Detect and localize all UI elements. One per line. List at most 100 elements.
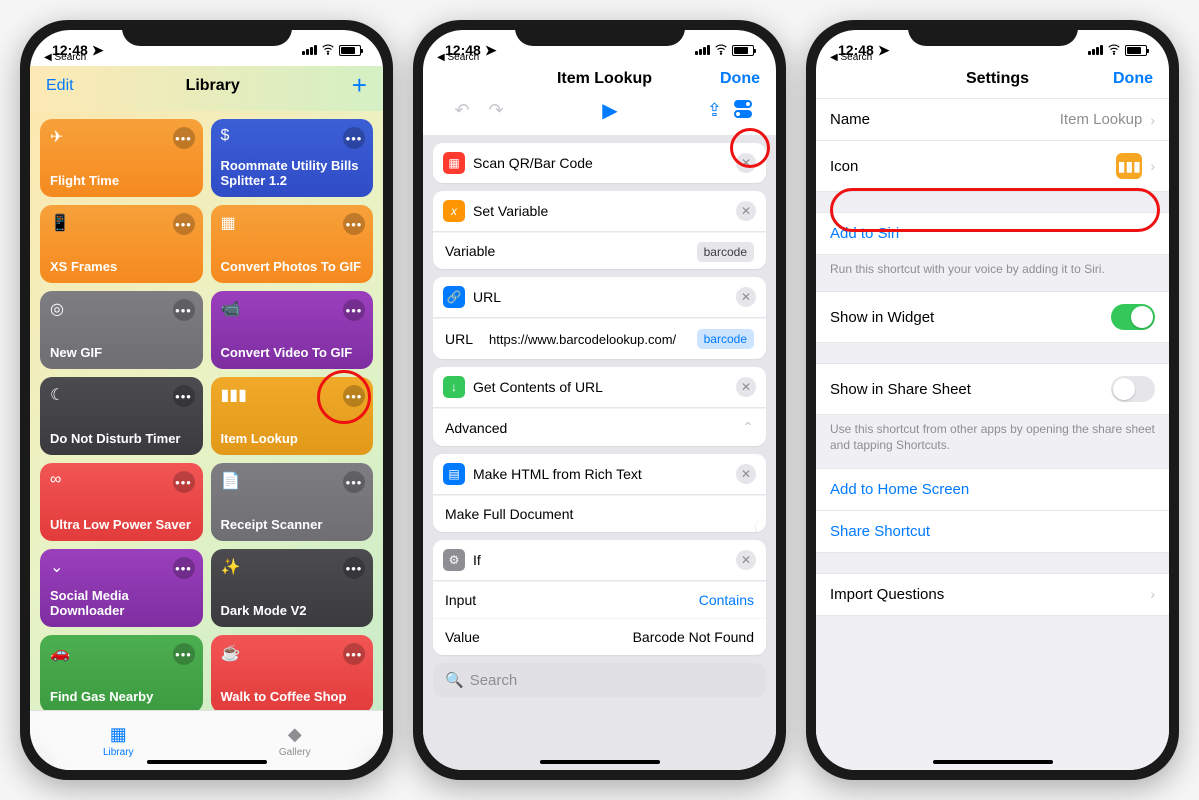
chevron-up-icon: ⌃ [742,419,754,436]
close-icon[interactable]: ✕ [736,287,756,307]
shortcut-icon: ◎ [50,301,64,318]
shortcut-icon: ✈ [50,129,63,146]
advanced-row[interactable]: Advanced ⌃ [433,408,766,446]
settings-toggle-button[interactable] [732,100,754,122]
chevron-right-icon: › [1150,158,1155,174]
add-siri-row[interactable]: Add to Siri [816,213,1169,254]
shortcut-card[interactable]: ⌄•••Social Media Downloader [40,549,203,627]
action-setvariable[interactable]: x Set Variable ✕ Variable barcode [433,191,766,269]
siri-note: Run this shortcut with your voice by add… [816,261,1169,291]
close-icon[interactable]: ✕ [736,201,756,221]
shortcut-title: Convert Photos To GIF [221,260,364,275]
redo-button[interactable]: ↷ [479,100,513,121]
more-button[interactable]: ••• [173,557,195,579]
breadcrumb-back[interactable]: ◀ Search [830,52,872,63]
search-icon: 🔍 [445,671,464,689]
location-icon: ➤ [878,42,890,59]
more-button[interactable]: ••• [173,299,195,321]
gallery-icon: ◆ [288,724,302,745]
location-icon: ➤ [485,42,497,59]
widget-toggle[interactable] [1111,304,1155,330]
more-button[interactable]: ••• [343,385,365,407]
more-button[interactable]: ••• [343,299,365,321]
shortcut-title: Flight Time [50,174,193,189]
action-getcontents[interactable]: ↓ Get Contents of URL ✕ Advanced ⌃ [433,367,766,446]
shortcut-icon: ✨ [221,559,241,576]
value-field[interactable]: Barcode Not Found [633,629,754,645]
more-button[interactable]: ••• [343,643,365,665]
action-makehtml[interactable]: ▤ Make HTML from Rich Text ✕ Make Full D… [433,454,766,532]
sharesheet-note: Use this shortcut from other apps by ope… [816,421,1169,467]
play-button[interactable]: ▶ [513,98,707,123]
library-header: Edit Library + [30,66,383,111]
name-row[interactable]: Name Item Lookup › [816,99,1169,141]
input-value[interactable]: Contains [699,592,754,608]
shortcut-card[interactable]: ∞•••Ultra Low Power Saver [40,463,203,541]
done-button[interactable]: Done [1113,70,1153,88]
more-button[interactable]: ••• [343,557,365,579]
more-button[interactable]: ••• [173,471,195,493]
url-variable-pill[interactable]: barcode [697,329,754,349]
edit-button[interactable]: Edit [46,77,74,95]
share-sheet-row[interactable]: Show in Share Sheet [816,364,1169,414]
shortcut-icon: 🚗 [50,645,70,662]
more-button[interactable]: ••• [173,643,195,665]
icon-row[interactable]: Icon ▮▮▮ › [816,141,1169,191]
breadcrumb-back[interactable]: ◀ Search [437,52,479,63]
shortcut-card[interactable]: 🚗 ••• Find Gas Nearby [40,635,203,710]
sharesheet-toggle[interactable] [1111,376,1155,402]
more-button[interactable]: ••• [173,385,195,407]
shortcut-icon: ☕ [221,645,241,662]
home-indicator[interactable] [147,760,267,764]
shortcut-card[interactable]: ▦•••Convert Photos To GIF [211,205,374,283]
wifi-icon [1107,42,1121,59]
shortcut-card[interactable]: $•••Roommate Utility Bills Splitter 1.2 [211,119,374,197]
action-scan[interactable]: ▦ Scan QR/Bar Code ✕ [433,143,766,183]
variable-pill[interactable]: barcode [697,242,754,262]
more-button[interactable]: ••• [343,127,365,149]
phone-library: ◀ Search 12:48 ➤ Edit Library + ✈•••Flig… [20,20,393,780]
home-indicator[interactable] [540,760,660,764]
shortcut-icon: 📄 [221,473,241,490]
gear-icon: ⚙ [443,549,465,571]
import-questions-row[interactable]: Import Questions › [816,574,1169,615]
undo-button[interactable]: ↶ [445,100,479,121]
shortcut-card[interactable]: ☾ ••• Do Not Disturb Timer [40,377,203,455]
more-button[interactable]: ••• [173,127,195,149]
shortcut-card[interactable]: ☕•••Walk to Coffee Shop [211,635,374,710]
close-icon[interactable]: ✕ [736,550,756,570]
shortcut-card[interactable]: 📹•••Convert Video To GIF [211,291,374,369]
show-widget-row[interactable]: Show in Widget [816,292,1169,342]
add-homescreen-row[interactable]: Add to Home Screen [816,469,1169,511]
shortcut-icon: ∞ [50,471,61,488]
action-url[interactable]: 🔗 URL ✕ URL https://www.barcodelookup.co… [433,277,766,359]
add-button[interactable]: + [352,70,367,101]
shortcut-card[interactable]: 📄 ••• Receipt Scanner [211,463,374,541]
shortcut-title: Receipt Scanner [221,518,364,533]
close-icon[interactable]: ✕ [736,153,756,173]
shortcut-icon: ☾ [50,387,64,404]
shortcut-card[interactable]: ◎•••New GIF [40,291,203,369]
breadcrumb-back[interactable]: ◀ Search [44,52,86,63]
done-button[interactable]: Done [720,70,760,88]
shortcut-card[interactable]: ✨•••Dark Mode V2 [211,549,374,627]
library-body: ✈ ••• Flight Time $•••Roommate Utility Bill… [30,111,383,710]
home-indicator[interactable] [933,760,1053,764]
share-button[interactable]: ⇪ [707,100,722,121]
url-field[interactable]: https://www.barcodelookup.com/ [489,332,689,347]
more-button[interactable]: ••• [343,471,365,493]
shortcut-card[interactable]: 📱•••XS Frames [40,205,203,283]
share-shortcut-row[interactable]: Share Shortcut [816,511,1169,552]
close-icon[interactable]: ✕ [736,377,756,397]
action-if[interactable]: ⚙ If ✕ Input Contains Value Barcode Not … [433,540,766,655]
shortcut-title: Find Gas Nearby [50,690,193,705]
shortcut-card[interactable]: ✈ ••• Flight Time [40,119,203,197]
close-icon[interactable]: ✕ [736,464,756,484]
search-input[interactable]: 🔍 Search [433,663,766,697]
shortcut-card[interactable]: ▮▮▮•••Item Lookup [211,377,374,455]
battery-icon [1125,45,1147,56]
more-button[interactable]: ••• [173,213,195,235]
more-button[interactable]: ••• [343,213,365,235]
shortcut-icon: ⌄ [50,559,63,576]
shortcut-title: Do Not Disturb Timer [50,432,193,447]
